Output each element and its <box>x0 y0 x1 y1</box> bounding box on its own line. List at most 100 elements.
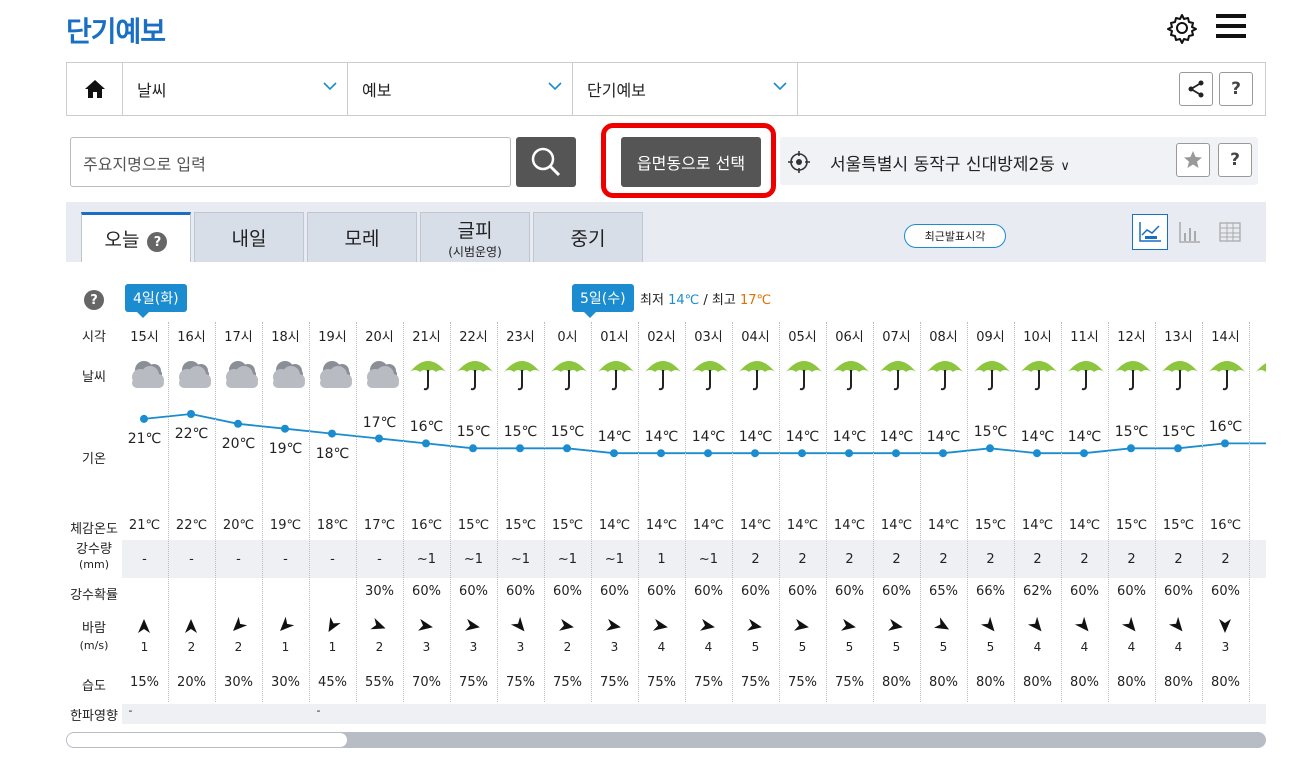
precip-cell: - <box>283 552 288 567</box>
favorite-button[interactable] <box>1176 143 1210 177</box>
dropdown-forecast[interactable]: 예보 <box>348 63 573 115</box>
table-icon <box>1219 222 1241 242</box>
temp-label: 15℃ <box>550 424 585 441</box>
wind-speed-cell: 2 <box>375 640 384 654</box>
wind-speed-cell: 1 <box>281 640 290 654</box>
temperature-point <box>798 449 806 458</box>
chevron-down-icon <box>323 82 337 91</box>
chevron-down-icon <box>773 82 787 91</box>
dropdown-weather[interactable]: 날씨 <box>123 63 348 115</box>
humidity-cell: 75% <box>788 675 817 690</box>
crosshair-icon[interactable] <box>788 151 810 173</box>
cloudy-icon <box>267 356 307 396</box>
umbrella-icon <box>408 356 448 396</box>
humidity-cell: 80% <box>1211 675 1240 690</box>
temp-label: 14℃ <box>785 429 820 446</box>
wind-arrow-icon <box>606 618 622 638</box>
humidity-cell: 75% <box>647 675 676 690</box>
temp-label: 16℃ <box>409 419 444 436</box>
temp-label: 16℃ <box>1208 419 1243 436</box>
prob-cell: 60% <box>835 584 864 599</box>
hamburger-menu-icon[interactable] <box>1216 14 1246 42</box>
search-input[interactable]: 주요지명으로 입력 <box>70 137 511 187</box>
table-view-button[interactable] <box>1212 214 1248 250</box>
wind-speed-cell: 5 <box>892 640 901 654</box>
question-icon[interactable]: ? <box>147 232 168 253</box>
time-cell: 01시 <box>600 330 629 345</box>
wind-speed-cell: 1 <box>140 640 149 654</box>
bar-chart-icon <box>1179 222 1200 243</box>
cloudy-icon <box>126 356 166 396</box>
gear-icon[interactable] <box>1166 12 1198 44</box>
time-cell: 04시 <box>741 330 770 345</box>
temperature-point <box>422 439 430 448</box>
wind-arrow-icon <box>1217 618 1233 638</box>
humidity-cell: 75% <box>741 675 770 690</box>
wind-arrow-icon <box>230 616 248 638</box>
horizontal-scrollbar[interactable] <box>66 732 1266 748</box>
wind-speed-cell: 5 <box>798 640 807 654</box>
select-by-dong-button[interactable]: 읍면동으로 선택 <box>621 137 761 187</box>
tab-tomorrow-label: 내일 <box>231 228 267 250</box>
home-button[interactable] <box>67 63 123 115</box>
umbrella-icon <box>549 356 589 396</box>
temperature-point <box>375 434 383 443</box>
wind-arrow-icon <box>510 616 528 638</box>
tab-day-after-label: 모레 <box>344 228 380 250</box>
feels-cell: 14℃ <box>880 518 913 533</box>
tab-mid-term[interactable]: 중기 <box>533 212 643 262</box>
graph-view-button[interactable] <box>1132 214 1168 250</box>
dropdown-forecast-label: 예보 <box>362 81 392 100</box>
time-cell: 06시 <box>835 330 864 345</box>
precip-cell: - <box>189 552 194 567</box>
temperature-point <box>328 429 336 438</box>
umbrella-icon <box>502 356 542 396</box>
tab-day-after[interactable]: 모레 <box>307 212 417 262</box>
feels-cell: 14℃ <box>645 518 678 533</box>
bar-view-button[interactable] <box>1172 214 1208 250</box>
precip-cell: 2 <box>798 552 807 567</box>
search-button[interactable] <box>516 137 576 187</box>
temp-label: 1 <box>1249 419 1266 435</box>
temp-label: 20℃ <box>221 435 256 452</box>
precip-cell: - <box>330 552 335 567</box>
wind-speed-cell: 2 <box>563 640 572 654</box>
tab-third-day-sub: (시범운영) <box>448 244 502 259</box>
scrollbar-thumb[interactable] <box>67 733 347 747</box>
wind-arrow-icon <box>1027 616 1045 638</box>
prob-cell: 60% <box>1211 584 1240 599</box>
recent-release-button[interactable]: 최근발표시각 <box>904 224 1006 248</box>
row-label-prob: 강수확률 <box>70 588 118 603</box>
location-name[interactable]: 서울특별시 동작구 신대방제2동 ∨ <box>830 150 1070 175</box>
wind-arrow-icon <box>370 617 387 638</box>
tab-tomorrow[interactable]: 내일 <box>194 212 304 262</box>
wind-arrow-icon <box>1074 616 1092 638</box>
temperature-point <box>140 414 148 423</box>
feels-cell: 15℃ <box>551 518 584 533</box>
precip-cell: 2 <box>1221 552 1230 567</box>
cold-cell: - <box>128 704 133 717</box>
time-cell: 14시 <box>1211 330 1240 345</box>
dropdown-short-term[interactable]: 단기예보 <box>573 63 798 115</box>
temperature-point <box>939 449 947 458</box>
temp-label: 14℃ <box>1067 429 1102 446</box>
share-button[interactable] <box>1179 72 1213 106</box>
precip-cell: ~1 <box>510 552 531 567</box>
wind-arrow-icon <box>277 616 295 638</box>
temp-label: 15℃ <box>1114 424 1149 441</box>
location-selector[interactable]: 서울특별시 동작구 신대방제2동 ∨ ? <box>780 137 1258 185</box>
wind-speed-cell: 3 <box>516 640 525 654</box>
temperature-line-chart <box>140 410 1266 458</box>
wind-arrow-icon <box>418 618 434 638</box>
help-button[interactable]: ? <box>1219 72 1253 106</box>
temp-label: 14℃ <box>644 429 679 446</box>
location-help-button[interactable]: ? <box>1218 143 1252 177</box>
wind-arrow-icon <box>888 618 904 638</box>
temp-label: 14℃ <box>879 429 914 446</box>
wind-speed-cell: 4 <box>1174 640 1183 654</box>
tab-third-day[interactable]: 글피 (시범운영) <box>420 212 530 262</box>
wind-arrow-icon <box>980 616 998 638</box>
time-cell: 03시 <box>694 330 723 345</box>
temperature-point <box>986 444 994 453</box>
tab-today[interactable]: 오늘? <box>81 212 191 262</box>
